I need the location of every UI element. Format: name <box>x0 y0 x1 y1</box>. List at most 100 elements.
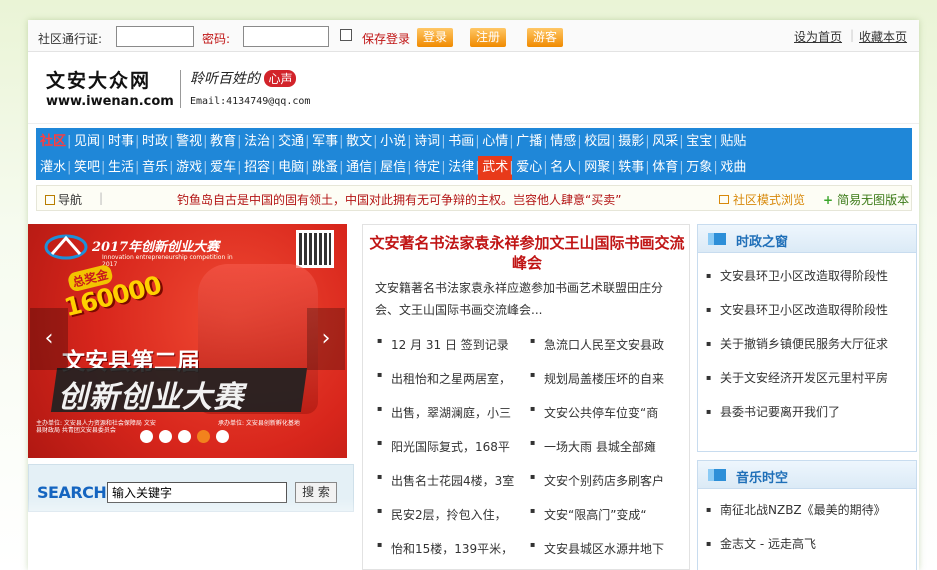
password-input[interactable] <box>243 26 329 47</box>
site-url: www.iwenan.com <box>46 94 174 109</box>
news-item[interactable]: 阳光国际复式，168平 <box>375 438 528 455</box>
sidebar-list-item[interactable]: 金志文 - 远走高飞 <box>698 527 916 561</box>
page-container: 社区通行证: 密码: 保存登录 登录 注册 游客 设为首页 | 收藏本页 文安大… <box>28 20 919 570</box>
contact-email: Email:4134749@qq.com <box>190 96 311 107</box>
register-button[interactable]: 注册 <box>470 28 506 47</box>
nav-item[interactable]: 教育 <box>203 130 240 154</box>
nav-item[interactable]: 灌水 <box>36 156 70 180</box>
promo-banner[interactable]: 2017年创新创业大赛 Innovation entrepreneurship … <box>28 224 347 458</box>
nav-item[interactable]: 屋信 <box>373 156 410 180</box>
sidebar-list-item[interactable]: 关于撤销乡镇便民服务大厅征求 <box>698 327 916 361</box>
nav-item[interactable]: 法治 <box>237 130 274 154</box>
nav-item[interactable]: 电脑 <box>271 156 308 180</box>
sidebar-list-item[interactable]: 文安县环卫小区改造取得阶段性 <box>698 259 916 293</box>
nav-item[interactable]: 时事 <box>101 130 138 154</box>
carousel-dot[interactable] <box>159 430 172 443</box>
news-item[interactable]: 文安“限高门”变成“ <box>528 506 681 523</box>
nav-item[interactable]: 万象 <box>679 156 716 180</box>
nav-item[interactable]: 网聚 <box>577 156 614 180</box>
music-title[interactable]: 音乐时空 <box>736 467 788 486</box>
nav-item[interactable]: 体育 <box>645 156 682 180</box>
notice-text[interactable]: 钓鱼岛自古是中国的固有领土，中国对此拥有无可争辩的主权。岂容他人肆意“买卖” <box>177 191 621 208</box>
remember-checkbox[interactable] <box>340 29 352 41</box>
news-item[interactable]: 一场大雨 县城全部瘫 <box>528 438 681 455</box>
site-logo-name[interactable]: 文安大众网 <box>46 66 151 93</box>
community-mode-link[interactable]: 社区模式浏览 <box>719 191 805 208</box>
nav-item[interactable]: 法律 <box>441 156 478 180</box>
news-item[interactable]: 文安公共停车位变“商 <box>528 404 681 421</box>
news-item[interactable]: 急流口人民至文安县政 <box>528 336 681 353</box>
nav-item[interactable]: 宝宝 <box>679 130 716 154</box>
nav-item[interactable]: 爱车 <box>203 156 240 180</box>
news-item[interactable]: 文安个别药店多刷客户 <box>528 472 681 489</box>
sidebar-list-item[interactable]: 文安县环卫小区改造取得阶段性 <box>698 293 916 327</box>
news-item[interactable]: 怡和15楼，139平米， <box>375 540 528 557</box>
news-item[interactable]: 12 月 31 日 签到记录 <box>375 336 528 353</box>
sidebar-list-item[interactable]: 南征北战NZBZ《最美的期待》 <box>698 493 916 527</box>
set-home-link[interactable]: 设为首页 <box>794 28 842 45</box>
contest-logo-icon <box>44 234 88 260</box>
news-item[interactable]: 文安县城区水源井地下 <box>528 540 681 557</box>
news-item[interactable]: 民安2层，拎包入住， <box>375 506 528 523</box>
guest-button[interactable]: 游客 <box>527 28 563 47</box>
nav-item[interactable]: 武术 <box>475 156 513 180</box>
nav-item[interactable]: 见闻 <box>67 130 104 154</box>
nav-item[interactable]: 招容 <box>237 156 274 180</box>
carousel-dot[interactable] <box>178 430 191 443</box>
nav-item[interactable]: 爱心 <box>509 156 546 180</box>
nav-item[interactable]: 军事 <box>305 130 342 154</box>
nav-item[interactable]: 心情 <box>475 130 512 154</box>
nav-item[interactable]: 音乐 <box>135 156 172 180</box>
chevron-left-icon[interactable]: ‹ <box>30 308 68 370</box>
nav-item[interactable]: 时政 <box>135 130 172 154</box>
news-list: 12 月 31 日 签到记录急流口人民至文安县政出租怡和之星两居室，规划局盖楼压… <box>375 327 681 565</box>
nav-item[interactable]: 小说 <box>373 130 410 154</box>
nav-item[interactable]: 游戏 <box>169 156 206 180</box>
square-icon <box>719 195 729 204</box>
music-box: 音乐时空 南征北战NZBZ《最美的期待》金志文 - 远走高飞 <box>697 460 917 570</box>
nav-item[interactable]: 贴贴 <box>713 130 750 154</box>
simple-version-link[interactable]: + 简易无图版本 <box>823 191 909 208</box>
nav-item[interactable]: 警视 <box>169 130 206 154</box>
headline-title[interactable]: 文安著名书法家袁永祥参加文王山国际书画交流峰会 <box>369 233 685 273</box>
news-item[interactable]: 出售名士花园4楼，3室 <box>375 472 528 489</box>
headline-panel: 文安著名书法家袁永祥参加文王山国际书画交流峰会 文安籍著名书法家袁永祥应邀参加书… <box>362 224 690 570</box>
nav-item[interactable]: 名人 <box>543 156 580 180</box>
nav-item[interactable]: 跳蚤 <box>305 156 342 180</box>
nav-item[interactable]: 社区 <box>36 130 70 154</box>
add-favorite-link[interactable]: 收藏本页 <box>859 28 907 45</box>
site-header: 文安大众网 www.iwenan.com 聆听百姓的 心声 Email:4134… <box>28 52 919 124</box>
nav-item[interactable]: 生活 <box>101 156 138 180</box>
guide-label[interactable]: 导航 <box>45 191 82 208</box>
nav-item[interactable]: 诗词 <box>407 130 444 154</box>
banner-organizer: 主办单位: 文安县人力资源和社会保障局 文安县财政局 共青团文安县委员会 <box>36 420 156 434</box>
nav-item[interactable]: 情感 <box>543 130 580 154</box>
nav-item[interactable]: 待定 <box>407 156 444 180</box>
nav-item[interactable]: 轶事 <box>611 156 648 180</box>
nav-item[interactable]: 笑吧 <box>67 156 104 180</box>
nav-item[interactable]: 风采 <box>645 130 682 154</box>
nav-item[interactable]: 散文 <box>339 130 376 154</box>
nav-item[interactable]: 戏曲 <box>713 156 750 180</box>
nav-item[interactable]: 校园 <box>577 130 614 154</box>
carousel-dots <box>140 430 229 443</box>
politics-title[interactable]: 时政之窗 <box>736 231 788 250</box>
nav-item[interactable]: 通信 <box>339 156 376 180</box>
username-input[interactable] <box>116 26 194 47</box>
nav-item[interactable]: 广播 <box>509 130 546 154</box>
sidebar-list-item[interactable]: 县委书记要离开我们了 <box>698 395 916 429</box>
news-item[interactable]: 出租怡和之星两居室， <box>375 370 528 387</box>
login-button[interactable]: 登录 <box>417 28 453 47</box>
chevron-right-icon[interactable]: › <box>307 308 345 370</box>
nav-item[interactable]: 书画 <box>441 130 478 154</box>
sidebar-list-item[interactable]: 关于文安经济开发区元里村平房 <box>698 361 916 395</box>
nav-item[interactable]: 摄影 <box>611 130 648 154</box>
nav-item[interactable]: 交通 <box>271 130 308 154</box>
carousel-dot[interactable] <box>140 430 153 443</box>
carousel-dot[interactable] <box>216 430 229 443</box>
news-item[interactable]: 出售，翠湖澜庭，小三 <box>375 404 528 421</box>
carousel-dot-active[interactable] <box>197 430 210 443</box>
news-item[interactable]: 规划局盖楼压坏的自来 <box>528 370 681 387</box>
remember-label: 保存登录 <box>362 32 411 46</box>
politics-list: 文安县环卫小区改造取得阶段性文安县环卫小区改造取得阶段性关于撤销乡镇便民服务大厅… <box>698 253 916 429</box>
